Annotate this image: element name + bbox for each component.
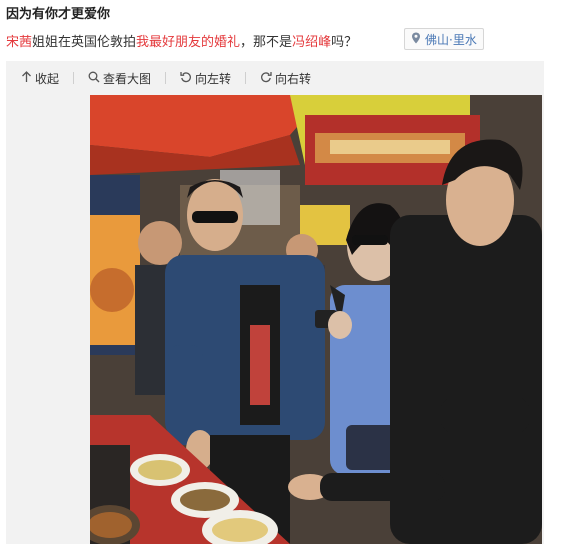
post-photo[interactable] bbox=[90, 95, 542, 544]
location-pin-icon bbox=[411, 32, 421, 47]
collapse-button[interactable]: 收起 bbox=[20, 70, 59, 87]
magnifier-icon bbox=[88, 71, 100, 86]
mention-song-qian[interactable]: 宋茜 bbox=[6, 31, 32, 50]
caption-text: ，那不是 bbox=[240, 34, 293, 50]
image-toolbar: 收起 查看大图 向左转 向右转 bbox=[6, 61, 544, 95]
view-large-label: 查看大图 bbox=[103, 71, 152, 86]
toolbar-divider bbox=[245, 72, 247, 84]
location-label: 佛山·里水 bbox=[425, 32, 477, 47]
movie-link[interactable]: 我最好朋友的婚礼 bbox=[136, 31, 240, 50]
toolbar-divider bbox=[73, 72, 75, 84]
collapse-label: 收起 bbox=[35, 71, 60, 86]
caption-text: 姐姐在英国伦敦拍 bbox=[32, 34, 137, 50]
toolbar-divider bbox=[165, 72, 167, 84]
arrow-up-icon bbox=[20, 70, 32, 86]
mention-feng-shaofeng[interactable]: 冯绍峰 bbox=[292, 31, 331, 50]
rotate-right-icon bbox=[260, 71, 272, 86]
location-tag[interactable]: 佛山·里水 bbox=[404, 28, 484, 50]
image-viewer-panel: 收起 查看大图 向左转 向右转 bbox=[6, 61, 544, 544]
rotate-right-button[interactable]: 向右转 bbox=[260, 70, 311, 87]
rotate-right-label: 向右转 bbox=[275, 71, 312, 86]
caption-text: 吗？ bbox=[331, 34, 358, 50]
rotate-left-button[interactable]: 向左转 bbox=[180, 70, 231, 87]
view-large-button[interactable]: 查看大图 bbox=[88, 70, 151, 87]
rotate-left-icon bbox=[180, 71, 192, 86]
post-caption: 宋茜 姐姐在英国伦敦拍 我最好朋友的婚礼 ，那不是 冯绍峰 吗？ bbox=[6, 29, 357, 51]
post-title: 因为有你才更爱你 bbox=[6, 7, 111, 22]
rotate-left-label: 向左转 bbox=[195, 71, 232, 86]
